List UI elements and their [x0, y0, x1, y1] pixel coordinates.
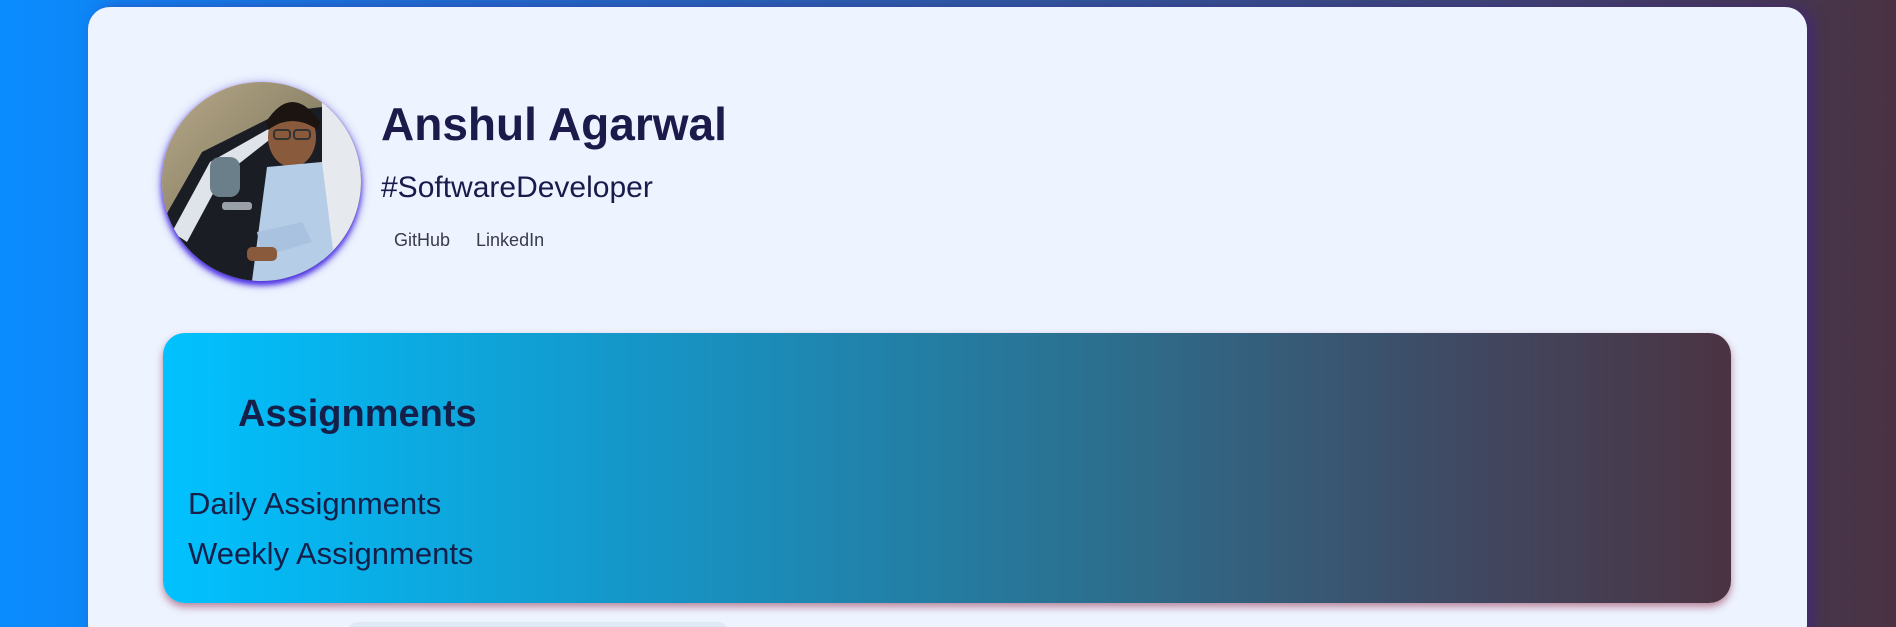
github-link[interactable]: GitHub: [381, 226, 463, 255]
avatar: [162, 82, 361, 281]
profile-card: Anshul Agarwal #SoftwareDeveloper GitHub…: [88, 7, 1807, 627]
linkedin-link[interactable]: LinkedIn: [463, 226, 557, 255]
social-links: GitHub LinkedIn: [381, 226, 727, 255]
profile-header: Anshul Agarwal #SoftwareDeveloper GitHub…: [162, 82, 727, 281]
assignments-panel: Assignments Daily Assignments Weekly Ass…: [163, 333, 1731, 603]
avatar-photo: [162, 82, 361, 281]
profile-info: Anshul Agarwal #SoftwareDeveloper GitHub…: [381, 82, 727, 255]
profile-name: Anshul Agarwal: [381, 98, 727, 150]
assignments-title: Assignments: [238, 393, 477, 435]
next-section-edge: [348, 622, 728, 627]
weekly-assignments-link[interactable]: Weekly Assignments: [188, 536, 473, 572]
profile-tagline: #SoftwareDeveloper: [381, 171, 653, 204]
daily-assignments-link[interactable]: Daily Assignments: [188, 486, 441, 522]
